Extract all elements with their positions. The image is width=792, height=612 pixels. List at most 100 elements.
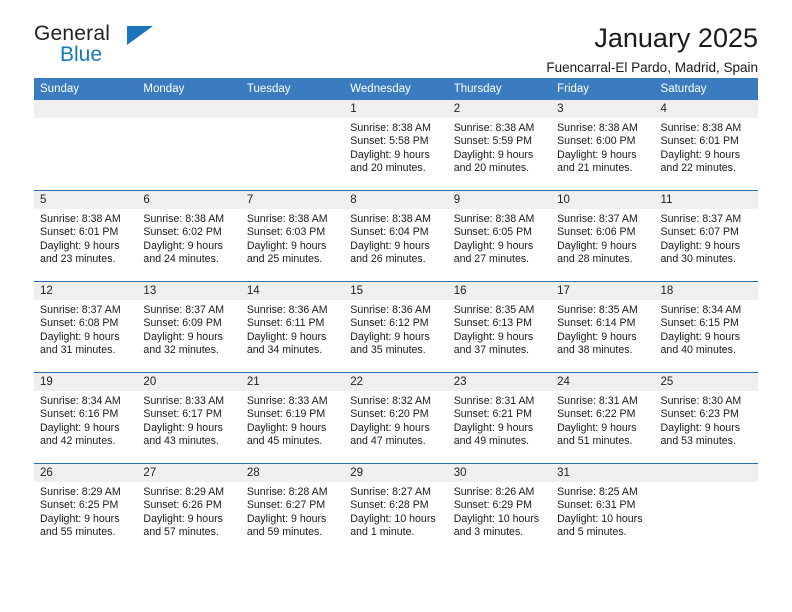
logo-text-blue: Blue: [60, 43, 103, 66]
daylight-text: Daylight: 9 hours and 20 minutes.: [453, 148, 534, 175]
calendar-day-cell[interactable]: 20 Sunrise: 8:33 AM Sunset: 6:17 PM Dayligh…: [137, 372, 241, 464]
day-number: 2: [447, 100, 552, 118]
sunrise-text: Sunrise: 8:26 AM: [453, 486, 535, 498]
sunset-text: Sunset: 6:09 PM: [143, 317, 222, 330]
sunrise-text: Sunrise: 8:38 AM: [143, 213, 225, 225]
calendar-day-cell[interactable]: 18 Sunrise: 8:34 AM Sunset: 6:15 PM Dayligh…: [654, 281, 758, 373]
calendar-day-cell[interactable]: 23 Sunrise: 8:31 AM Sunset: 6:21 PM Dayligh…: [447, 372, 552, 464]
calendar-day-cell[interactable]: 8 Sunrise: 8:38 AM Sunset: 6:04 PM Daylight…: [344, 190, 448, 282]
calendar-day-cell[interactable]: 30 Sunrise: 8:26 AM Sunset: 6:29 PM Dayligh…: [447, 463, 552, 554]
day-details: Sunrise: 8:35 AM Sunset: 6:13 PM Daylight:…: [448, 300, 551, 358]
calendar-day-cell[interactable]: 13 Sunrise: 8:37 AM Sunset: 6:09 PM Dayligh…: [137, 281, 241, 373]
day-details: Sunrise: 8:29 AM Sunset: 6:26 PM Daylight:…: [137, 482, 240, 540]
day-details: Sunrise: 8:26 AM Sunset: 6:29 PM Daylight:…: [448, 482, 551, 540]
day-number: 28: [240, 464, 345, 482]
calendar-day-cell[interactable]: 7 Sunrise: 8:38 AM Sunset: 6:03 PM Daylight…: [240, 190, 345, 282]
day-number: 30: [447, 464, 552, 482]
sunset-text: Sunset: 6:23 PM: [660, 408, 739, 421]
calendar-table: Sunday Monday Tuesday Wednesday Thursday…: [34, 78, 758, 554]
sunrise-text: Sunrise: 8:29 AM: [143, 486, 225, 498]
day-number: 24: [551, 373, 655, 391]
day-number: 31: [551, 464, 655, 482]
day-number: 3: [551, 100, 655, 118]
sunrise-text: Sunrise: 8:37 AM: [40, 304, 121, 316]
calendar-day-cell[interactable]: 1 Sunrise: 8:38 AM Sunset: 5:58 PM Daylight…: [344, 100, 448, 191]
calendar-day-cell[interactable]: 14 Sunrise: 8:36 AM Sunset: 6:11 PM Dayligh…: [240, 281, 345, 373]
calendar-empty-cell: [137, 100, 241, 191]
sunrise-text: Sunrise: 8:32 AM: [350, 395, 431, 407]
day-details: Sunrise: 8:38 AM Sunset: 6:01 PM Daylight:…: [655, 118, 758, 176]
daylight-text: Daylight: 10 hours and 1 minute.: [350, 512, 436, 539]
sunset-text: Sunset: 6:03 PM: [246, 226, 326, 239]
daylight-text: Daylight: 9 hours and 37 minutes.: [453, 330, 534, 357]
calendar-day-cell[interactable]: 5 Sunrise: 8:38 AM Sunset: 6:01 PM Daylight…: [34, 190, 138, 282]
daylight-text: Daylight: 9 hours and 30 minutes.: [660, 239, 741, 266]
calendar-day-cell[interactable]: 12 Sunrise: 8:37 AM Sunset: 6:08 PM Dayligh…: [34, 281, 138, 373]
sunrise-text: Sunrise: 8:38 AM: [350, 213, 431, 225]
sunrise-text: Sunrise: 8:38 AM: [350, 122, 431, 134]
sunset-text: Sunset: 5:59 PM: [453, 135, 533, 148]
calendar-day-cell[interactable]: 2 Sunrise: 8:38 AM Sunset: 5:59 PM Daylight…: [447, 100, 552, 191]
calendar-day-cell[interactable]: 9 Sunrise: 8:38 AM Sunset: 6:05 PM Daylight…: [447, 190, 552, 282]
calendar-day-cell[interactable]: 3 Sunrise: 8:38 AM Sunset: 6:00 PM Daylight…: [551, 100, 655, 191]
daylight-text: Daylight: 9 hours and 45 minutes.: [246, 421, 327, 448]
calendar-day-cell[interactable]: 26 Sunrise: 8:29 AM Sunset: 6:25 PM Dayligh…: [34, 463, 138, 554]
day-number: 16: [447, 282, 552, 300]
general-blue-logo[interactable]: General Blue: [34, 22, 184, 72]
daylight-text: Daylight: 9 hours and 38 minutes.: [557, 330, 637, 357]
calendar-day-cell[interactable]: 24 Sunrise: 8:31 AM Sunset: 6:22 PM Dayligh…: [551, 372, 655, 464]
calendar-day-cell[interactable]: 28 Sunrise: 8:28 AM Sunset: 6:27 PM Dayligh…: [240, 463, 345, 554]
day-details: Sunrise: 8:33 AM Sunset: 6:17 PM Daylight:…: [137, 391, 240, 449]
calendar-day-cell[interactable]: 27 Sunrise: 8:29 AM Sunset: 6:26 PM Dayligh…: [137, 463, 241, 554]
calendar-day-cell[interactable]: 29 Sunrise: 8:27 AM Sunset: 6:28 PM Dayligh…: [344, 463, 448, 554]
calendar-day-cell[interactable]: 19 Sunrise: 8:34 AM Sunset: 6:16 PM Dayligh…: [34, 372, 138, 464]
calendar-day-cell[interactable]: 10 Sunrise: 8:37 AM Sunset: 6:06 PM Dayligh…: [551, 190, 655, 282]
sunset-text: Sunset: 6:22 PM: [557, 408, 636, 421]
day-number: 11: [654, 191, 758, 209]
calendar-day-cell[interactable]: 4 Sunrise: 8:38 AM Sunset: 6:01 PM Daylight…: [654, 100, 758, 191]
sunset-text: Sunset: 6:08 PM: [40, 317, 119, 330]
calendar-day-cell[interactable]: 16 Sunrise: 8:35 AM Sunset: 6:13 PM Dayligh…: [447, 281, 552, 373]
calendar-page: General Blue January 2025 Fuencarral-El …: [0, 0, 792, 612]
sunset-text: Sunset: 6:01 PM: [660, 135, 739, 148]
daylight-text: Daylight: 9 hours and 34 minutes.: [246, 330, 327, 357]
sunset-text: Sunset: 6:27 PM: [246, 499, 326, 512]
sunrise-text: Sunrise: 8:33 AM: [246, 395, 328, 407]
daylight-text: Daylight: 9 hours and 21 minutes.: [557, 148, 637, 175]
calendar-day-cell[interactable]: 25 Sunrise: 8:30 AM Sunset: 6:23 PM Dayligh…: [654, 372, 758, 464]
calendar-day-cell[interactable]: 21 Sunrise: 8:33 AM Sunset: 6:19 PM Dayligh…: [240, 372, 345, 464]
calendar-week-row: 12 Sunrise: 8:37 AM Sunset: 6:08 PM Dayligh…: [34, 281, 758, 373]
daylight-text: Daylight: 9 hours and 57 minutes.: [143, 512, 223, 539]
sunset-text: Sunset: 6:25 PM: [40, 499, 119, 512]
day-details: Sunrise: 8:38 AM Sunset: 6:01 PM Daylight:…: [34, 209, 137, 267]
day-number: 23: [447, 373, 552, 391]
day-details: Sunrise: 8:29 AM Sunset: 6:25 PM Daylight:…: [34, 482, 137, 540]
day-number: 27: [137, 464, 241, 482]
daylight-text: Daylight: 9 hours and 28 minutes.: [557, 239, 637, 266]
calendar-day-cell[interactable]: 22 Sunrise: 8:32 AM Sunset: 6:20 PM Dayligh…: [344, 372, 448, 464]
day-number: 22: [344, 373, 448, 391]
calendar-day-cell[interactable]: 6 Sunrise: 8:38 AM Sunset: 6:02 PM Daylight…: [137, 190, 241, 282]
day-number: 17: [551, 282, 655, 300]
sunrise-text: Sunrise: 8:34 AM: [40, 395, 121, 407]
logo-text-general: General: [34, 22, 111, 45]
page-header: General Blue January 2025 Fuencarral-El …: [34, 0, 758, 75]
calendar-day-cell[interactable]: 31 Sunrise: 8:25 AM Sunset: 6:31 PM Dayligh…: [551, 463, 655, 554]
calendar-day-cell[interactable]: 15 Sunrise: 8:36 AM Sunset: 6:12 PM Dayligh…: [344, 281, 448, 373]
calendar-day-cell[interactable]: 11 Sunrise: 8:37 AM Sunset: 6:07 PM Dayligh…: [654, 190, 758, 282]
daylight-text: Daylight: 9 hours and 22 minutes.: [660, 148, 741, 175]
daylight-text: Daylight: 9 hours and 43 minutes.: [143, 421, 223, 448]
sunrise-text: Sunrise: 8:33 AM: [143, 395, 225, 407]
day-details: Sunrise: 8:37 AM Sunset: 6:08 PM Daylight:…: [34, 300, 137, 358]
day-number: 1: [344, 100, 448, 118]
calendar-week-row: 19 Sunrise: 8:34 AM Sunset: 6:16 PM Dayligh…: [34, 372, 758, 464]
weekday-header-saturday: Saturday: [654, 78, 758, 100]
day-details: Sunrise: 8:38 AM Sunset: 5:58 PM Daylight:…: [344, 118, 447, 176]
calendar-day-cell[interactable]: 17 Sunrise: 8:35 AM Sunset: 6:14 PM Dayligh…: [551, 281, 655, 373]
daylight-text: Daylight: 9 hours and 31 minutes.: [40, 330, 120, 357]
logo-triangle-icon: [127, 26, 153, 45]
sunset-text: Sunset: 6:16 PM: [40, 408, 119, 421]
weekday-header-sunday: Sunday: [34, 78, 138, 100]
day-details: Sunrise: 8:36 AM Sunset: 6:12 PM Daylight:…: [344, 300, 447, 358]
sunrise-text: Sunrise: 8:35 AM: [557, 304, 638, 316]
